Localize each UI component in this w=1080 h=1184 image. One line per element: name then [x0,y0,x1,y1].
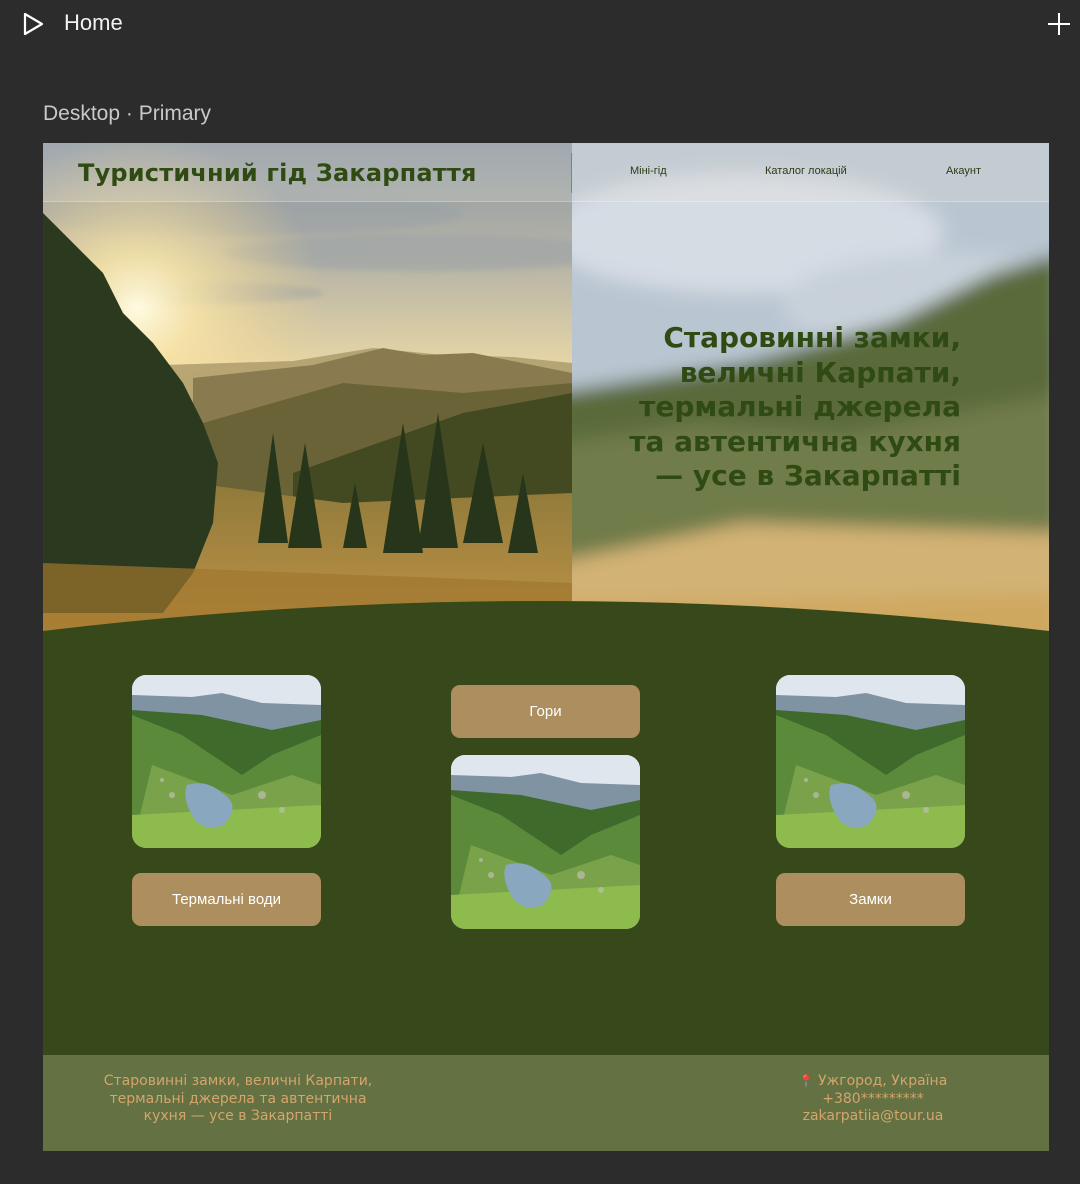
castles-button[interactable]: Замки [776,873,965,926]
plus-icon[interactable] [1046,11,1072,37]
thermal-waters-button[interactable]: Термальні води [132,873,321,926]
footer-tagline: Старовинні замки, величні Карпати, терма… [103,1073,373,1124]
lake-image [776,675,965,848]
lake-image [451,755,640,929]
footer-phone[interactable]: +380********* [773,1091,973,1109]
footer-email[interactable]: zakarpatiia@tour.ua [773,1108,973,1126]
section-curve [43,601,1049,663]
mountains-button[interactable]: Гори [451,685,640,738]
footer-location-text: Ужгород, Україна [818,1073,948,1089]
nav-mini-guide[interactable]: Міні-гід [630,165,667,177]
hero-section: Туристичний гід Закарпаття Міні-гід Ката… [43,143,1049,643]
site-title[interactable]: Туристичний гід Закарпаття [78,159,477,187]
frame-label[interactable]: Desktop · Primary [43,102,211,126]
mountains-image-card[interactable] [451,755,640,929]
hero-headline: Старовинні замки, величні Карпати, терма… [629,321,961,492]
desktop-frame: Туристичний гід Закарпаття Міні-гід Ката… [43,143,1049,1151]
app-title: Home [64,10,123,35]
nav-account[interactable]: Акаунт [946,165,981,177]
header-divider [43,201,1049,202]
footer-location: 📍 Ужгород, Україна [773,1073,973,1091]
castles-image-card[interactable] [776,675,965,848]
lake-image [132,675,321,848]
nav-divider [571,153,572,193]
app-bar: Home [0,0,1080,50]
nav-location-catalog[interactable]: Каталог локацій [765,165,847,177]
map-pin-icon: 📍 [798,1074,814,1088]
footer-contacts: 📍 Ужгород, Україна +380********* zakarpa… [773,1073,973,1126]
thermal-image-card[interactable] [132,675,321,848]
footer: Старовинні замки, величні Карпати, терма… [43,1055,1049,1151]
play-icon[interactable] [20,11,46,37]
